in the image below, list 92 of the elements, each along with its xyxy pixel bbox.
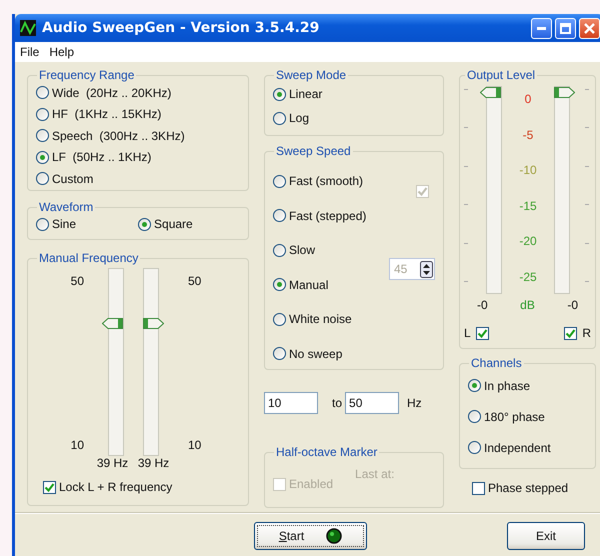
last-at-label: Last at: xyxy=(355,467,394,481)
level-label: 0 xyxy=(524,92,532,106)
waveform-icon xyxy=(20,20,36,36)
exit-button[interactable]: Exit xyxy=(507,522,585,550)
group-title: Waveform xyxy=(38,200,94,214)
maximize-button[interactable] xyxy=(555,18,576,38)
maximize-icon xyxy=(560,22,571,34)
level-label: -15 xyxy=(519,198,537,213)
slider-thumb[interactable] xyxy=(553,87,575,98)
radio-button[interactable] xyxy=(273,112,286,124)
slider[interactable] xyxy=(554,86,576,294)
option-label[interactable]: Wide (20Hz .. 20KHz) xyxy=(52,86,172,100)
group-title: Output Level xyxy=(466,68,536,82)
option-label[interactable]: Log xyxy=(289,111,310,125)
radio-button[interactable] xyxy=(273,312,286,326)
radio-button[interactable] xyxy=(138,218,152,230)
window-title: Audio SweepGen - Version 3.5.4.29 xyxy=(42,20,320,36)
radio-button[interactable] xyxy=(36,218,49,230)
option-label[interactable]: HF (1KHz .. 15KHz) xyxy=(52,107,162,122)
group-title: Frequency Range xyxy=(38,68,136,82)
level-reading: -0 xyxy=(477,298,488,312)
radio-button[interactable] xyxy=(36,86,49,100)
start-button[interactable]: Start xyxy=(254,522,367,550)
frequency-reading: 39 Hz xyxy=(96,456,128,470)
radio-button[interactable] xyxy=(36,129,49,142)
checkmark-icon xyxy=(44,482,55,492)
radio-button[interactable] xyxy=(273,244,286,257)
minimize-button[interactable] xyxy=(531,18,552,38)
to-label: to xyxy=(332,396,342,410)
radio-button[interactable] xyxy=(468,441,481,454)
slider-thumb[interactable] xyxy=(102,318,124,329)
menu-item[interactable]: Help xyxy=(44,45,80,59)
checkmark-icon xyxy=(417,186,428,197)
checkmark-icon xyxy=(565,328,576,338)
level-reading: -0 xyxy=(567,298,578,312)
group-title: Sweep Speed xyxy=(275,144,352,158)
group-title: Manual Frequency xyxy=(38,251,140,265)
slider-thumb[interactable] xyxy=(142,318,164,329)
radio-button[interactable] xyxy=(468,410,481,423)
radio-button[interactable] xyxy=(468,379,481,392)
option-label[interactable]: Manual xyxy=(289,278,328,292)
radio-button[interactable] xyxy=(273,174,286,188)
option-label[interactable]: Linear xyxy=(289,87,322,101)
option-label[interactable]: Fast (smooth) xyxy=(289,174,364,188)
level-label: -25 xyxy=(519,270,537,284)
slider-thumb[interactable] xyxy=(480,87,502,98)
radio-button[interactable] xyxy=(273,278,286,292)
checkmark-icon xyxy=(476,328,488,338)
scale-label: 50 xyxy=(70,274,84,288)
slider[interactable] xyxy=(101,268,124,456)
option-label[interactable]: No sweep xyxy=(289,346,342,361)
radio-button[interactable] xyxy=(36,172,49,186)
radio-button[interactable] xyxy=(273,209,286,222)
phase-stepped-checkbox[interactable]: Phase stepped xyxy=(472,481,596,495)
option-label[interactable]: Custom xyxy=(52,172,94,186)
option-label[interactable]: 180° phase xyxy=(484,410,545,424)
option-label[interactable]: White noise xyxy=(289,312,352,326)
level-label: -20 xyxy=(519,234,537,248)
group-title: Sweep Mode xyxy=(275,68,348,82)
unit-label: Hz xyxy=(407,396,422,410)
channel-checkbox[interactable]: R xyxy=(564,326,591,340)
option-label[interactable]: Sine xyxy=(52,217,76,231)
close-button[interactable] xyxy=(579,18,600,38)
from-field[interactable]: 10 xyxy=(264,392,318,414)
menu-item[interactable]: File xyxy=(15,45,44,59)
unit-label: dB xyxy=(520,298,535,312)
option-label[interactable]: Square xyxy=(154,217,193,231)
scale-label: 10 xyxy=(188,438,202,452)
status-led-icon xyxy=(326,528,342,544)
radio-button[interactable] xyxy=(273,88,286,100)
frequency-reading: 39 Hz xyxy=(138,456,170,470)
minimize-icon xyxy=(537,26,546,30)
level-label: -10 xyxy=(519,163,537,178)
radio-button[interactable] xyxy=(273,347,286,360)
option-label[interactable]: Speech (300Hz .. 3KHz) xyxy=(52,128,185,143)
scale-label: 50 xyxy=(188,274,202,288)
level-label: -5 xyxy=(522,128,534,142)
close-icon xyxy=(584,22,595,34)
scale-label: 10 xyxy=(70,438,84,452)
radio-button[interactable] xyxy=(36,150,49,164)
group-title: Half-octave Marker xyxy=(275,445,378,459)
group-title: Channels xyxy=(470,356,523,370)
option-label[interactable]: In phase xyxy=(484,378,530,392)
lock-checkbox[interactable]: Lock L + R frequency xyxy=(43,480,240,494)
slider[interactable] xyxy=(479,86,502,294)
to-field[interactable]: 50 xyxy=(345,392,400,414)
option-label[interactable]: Slow xyxy=(289,243,316,258)
slider[interactable] xyxy=(142,268,164,456)
option-label[interactable]: LF (50Hz .. 1KHz) xyxy=(52,150,152,164)
option-label[interactable]: Independent xyxy=(484,440,551,454)
radio-button[interactable] xyxy=(36,108,49,121)
option-label[interactable]: Fast (stepped) xyxy=(289,208,366,223)
